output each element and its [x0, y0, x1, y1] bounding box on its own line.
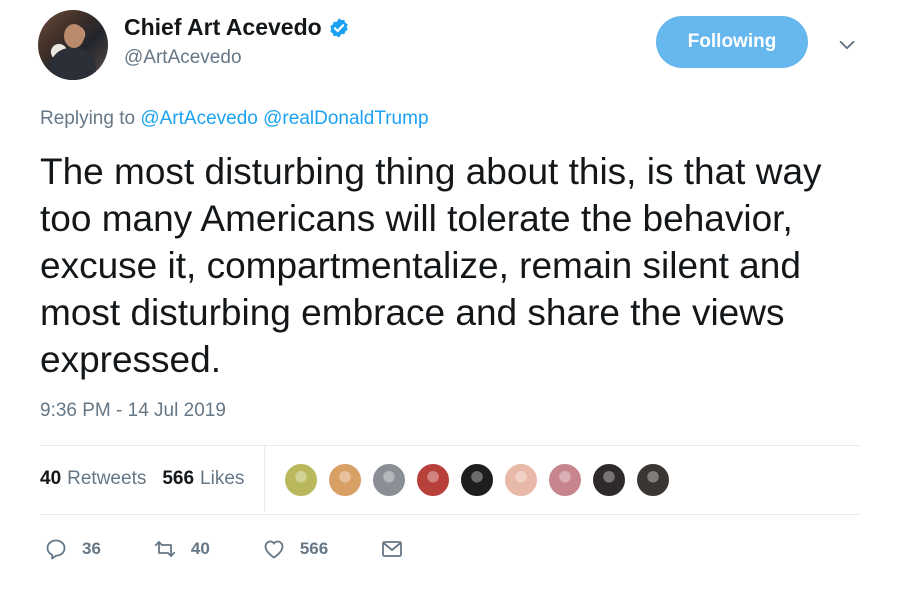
like-action[interactable]: 566 [262, 537, 328, 561]
author-display-name-text[interactable]: Chief Art Acevedo [124, 14, 322, 41]
direct-message-action[interactable] [380, 537, 418, 561]
retweet-icon [154, 541, 176, 557]
liker-avatar-8[interactable] [592, 463, 626, 497]
tweet-header: Chief Art Acevedo @ArtAcevedo Following [36, 10, 866, 86]
author-display-name[interactable]: Chief Art Acevedo [124, 14, 350, 41]
tweet-text: The most disturbing thing about this, is… [40, 151, 822, 380]
reply-mention-link[interactable]: @ArtAcevedo [140, 108, 258, 129]
like-count: 566 [299, 539, 329, 558]
tweet-actions: 36 40 566 [44, 530, 470, 568]
author-name-block: Chief Art Acevedo @ArtAcevedo [124, 14, 350, 69]
avatar-suit-shape [50, 48, 96, 80]
liker-avatar-1[interactable] [284, 463, 318, 497]
retweets-label: Retweets [67, 468, 147, 489]
chevron-down-icon[interactable] [836, 34, 858, 56]
tweet-stats: 40 Retweets 566 Likes [40, 446, 260, 512]
reply-action[interactable]: 36 [44, 537, 101, 561]
reply-context: Replying to @ArtAcevedo @realDonaldTrump [40, 108, 429, 130]
tweet-timestamp[interactable]: 9:36 PM - 14 Jul 2019 [40, 400, 226, 422]
reply-mention-link[interactable]: @realDonaldTrump [263, 108, 428, 129]
retweet-count: 40 [190, 539, 210, 558]
likers-avatar-row [284, 462, 680, 498]
retweets-count: 40 [40, 468, 62, 489]
liker-avatar-7[interactable] [548, 463, 582, 497]
liker-avatar-4[interactable] [416, 463, 450, 497]
likes-stat[interactable]: 566 Likes [162, 468, 244, 490]
divider-bottom [40, 514, 860, 515]
reply-count: 36 [82, 539, 101, 558]
verified-badge-icon [329, 17, 348, 38]
following-button[interactable]: Following [656, 16, 808, 68]
liker-avatar-6[interactable] [504, 463, 538, 497]
envelope-icon [382, 541, 403, 557]
likes-label: Likes [200, 468, 245, 489]
avatar-head-shape [64, 24, 84, 48]
liker-avatar-9[interactable] [636, 463, 670, 497]
stats-separator [264, 446, 265, 512]
heart-icon [264, 540, 284, 559]
reply-context-prefix: Replying to [40, 108, 136, 129]
retweets-stat[interactable]: 40 Retweets [40, 468, 146, 490]
retweet-action[interactable]: 40 [153, 537, 210, 561]
likes-count: 566 [162, 468, 195, 489]
author-handle[interactable]: @ArtAcevedo [124, 47, 350, 69]
liker-avatar-2[interactable] [328, 463, 362, 497]
author-avatar[interactable] [38, 10, 108, 80]
liker-avatar-3[interactable] [372, 463, 406, 497]
reply-icon [46, 539, 66, 560]
liker-avatar-5[interactable] [460, 463, 494, 497]
